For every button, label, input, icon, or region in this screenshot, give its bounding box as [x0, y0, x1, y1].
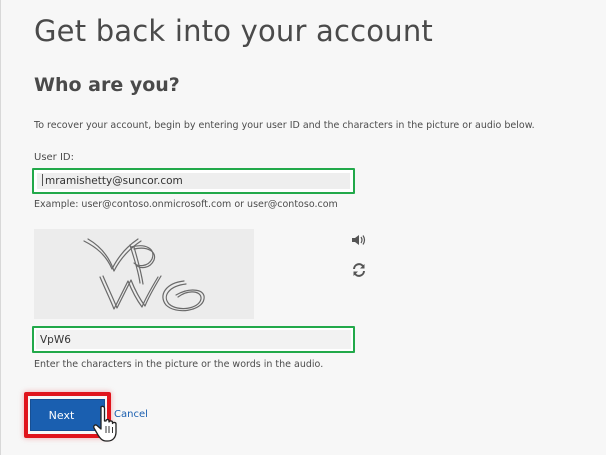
next-button[interactable]: Next [30, 399, 105, 431]
userid-highlight [32, 168, 355, 194]
refresh-icon[interactable] [351, 262, 367, 278]
userid-input[interactable] [37, 173, 350, 189]
page-title: Get back into your account [34, 14, 433, 48]
userid-example: Example: user@contoso.onmicrosoft.com or… [34, 199, 338, 210]
captcha-glyphs [83, 238, 205, 312]
page-subtitle: Who are you? [34, 74, 180, 96]
intro-text: To recover your account, begin by enteri… [34, 120, 535, 131]
text-caret [42, 174, 43, 186]
captcha-image [34, 229, 254, 319]
captcha-hint: Enter the characters in the picture or t… [34, 359, 324, 370]
userid-label: User ID: [34, 152, 74, 163]
captcha-input[interactable] [36, 330, 351, 349]
captcha-highlight [32, 326, 355, 353]
recovery-page: Get back into your account Who are you? … [0, 0, 606, 455]
speaker-icon[interactable] [351, 233, 367, 247]
cancel-link[interactable]: Cancel [114, 409, 148, 420]
